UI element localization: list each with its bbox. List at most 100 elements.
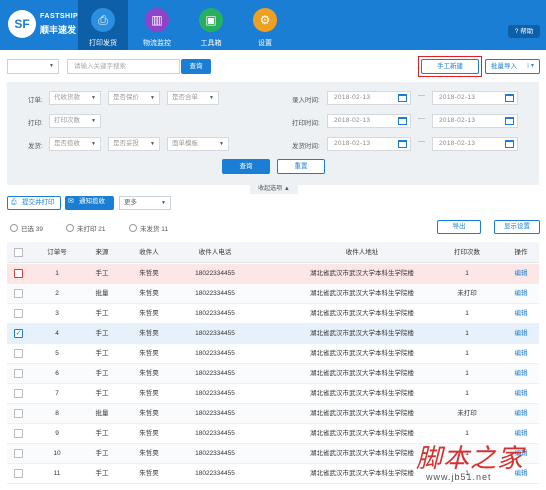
submit-print-button[interactable]: ⎙ 提交并打印 — [7, 196, 61, 210]
search-type-select[interactable]: ▼ — [7, 59, 59, 74]
query-button[interactable]: 查询 — [222, 159, 270, 174]
edit-link[interactable]: 编辑 — [507, 404, 535, 424]
ship-time-start[interactable]: 2018-02-13 — [327, 137, 411, 151]
table-row[interactable]: 5 手工 朱哲昊 18022334455 湖北省武汉市武汉大学本科生学院楼 1 编辑 — [7, 344, 539, 364]
col-address: 收件人地址 — [345, 249, 379, 256]
ship-time-end[interactable]: 2018-02-13 — [432, 137, 518, 151]
table-row[interactable]: 6 手工 朱哲昊 18022334455 湖北省武汉市武汉大学本科生学院楼 1 编辑 — [7, 364, 539, 384]
cell-addr: 湖北省武汉市武汉大学本科生学院楼 — [310, 370, 414, 377]
row-checkbox[interactable] — [14, 349, 23, 358]
row-checkbox[interactable] — [14, 369, 23, 378]
calendar-icon — [505, 140, 514, 148]
row-checkbox[interactable] — [14, 429, 23, 438]
cell-id: 7 — [55, 390, 59, 397]
more-select[interactable]: 更多 ▼ — [119, 196, 171, 210]
nav-logistics-monitor[interactable]: ▥ 物流监控 — [132, 0, 182, 50]
cell-name: 朱哲昊 — [139, 290, 159, 297]
cell-addr: 湖北省武汉市武汉大学本科生学院楼 — [310, 410, 414, 417]
nav-print-ship[interactable]: ⎙ 打印发货 — [78, 0, 128, 50]
table-row[interactable]: 8 批量 朱哲昊 18022334455 湖北省武汉市武汉大学本科生学院楼 未打印 编辑 — [7, 404, 539, 424]
cell-phone: 18022334455 — [195, 390, 235, 397]
nav-toolbox[interactable]: ▣ 工具箱 — [186, 0, 236, 50]
print-label: 打印: — [28, 120, 43, 127]
delivered-select[interactable]: 是否妥投 ▼ — [108, 137, 160, 151]
nav-settings[interactable]: ⚙ 设置 — [240, 0, 290, 50]
entry-time-start[interactable]: 2018-02-13 — [327, 91, 411, 105]
edit-link[interactable]: 编辑 — [507, 384, 535, 404]
cell-source: 手工 — [95, 430, 109, 437]
row-checkbox[interactable] — [14, 289, 23, 298]
chevron-down-icon: ▼ — [49, 63, 54, 69]
collapse-options-toggle[interactable]: 收起选项 ▲ — [250, 184, 298, 194]
edit-link[interactable]: 编辑 — [507, 304, 535, 324]
table-row[interactable]: ✓ 4 手工 朱哲昊 18022334455 湖北省武汉市武汉大学本科生学院楼 1 编辑 — [7, 324, 539, 344]
cod-select[interactable]: 代收货款 ▼ — [49, 91, 101, 105]
chevron-down-icon: ▼ — [91, 118, 96, 124]
edit-link[interactable]: 编辑 — [507, 364, 535, 384]
bulk-import-button[interactable]: 批量导入 | ▼ — [485, 59, 540, 74]
selected-count[interactable]: 已选 39 — [10, 223, 43, 233]
cell-addr: 湖北省武汉市武汉大学本科生学院楼 — [310, 330, 414, 337]
cell-phone: 18022334455 — [195, 370, 235, 377]
calendar-icon — [505, 117, 514, 125]
edit-link[interactable]: 编辑 — [507, 264, 535, 284]
unshipped-count[interactable]: 未发货 11 — [129, 223, 168, 233]
search-input[interactable]: 请输入关键字搜索 — [67, 59, 180, 74]
edit-link[interactable]: 编辑 — [507, 344, 535, 364]
check-circle-icon — [10, 224, 18, 232]
sf-logo: SF — [8, 10, 36, 38]
col-print-count: 打印次数 — [454, 249, 480, 256]
cell-prints: 1 — [465, 310, 469, 317]
table-row[interactable]: 7 手工 朱哲昊 18022334455 湖北省武汉市武汉大学本科生学院楼 1 编辑 — [7, 384, 539, 404]
edit-link[interactable]: 编辑 — [507, 324, 535, 344]
display-settings-button[interactable]: 显示设置 — [494, 220, 540, 234]
help-button[interactable]: ? 帮助 — [508, 25, 540, 38]
cell-source: 手工 — [95, 310, 109, 317]
cell-source: 手工 — [95, 470, 109, 477]
cell-phone: 18022334455 — [195, 410, 235, 417]
range-dash: — — [418, 138, 425, 145]
monitor-icon: ▥ — [145, 8, 169, 32]
toolbox-icon: ▣ — [199, 8, 223, 32]
search-button[interactable]: 查询 — [181, 59, 211, 74]
merged-select[interactable]: 是否合单 ▼ — [167, 91, 219, 105]
print-count-select[interactable]: 打印次数 ▼ — [49, 114, 101, 128]
entry-time-label: 录入时间: — [292, 97, 320, 104]
export-button[interactable]: 导出 — [437, 220, 481, 234]
row-checkbox[interactable] — [14, 309, 23, 318]
cell-id: 10 — [53, 450, 61, 457]
cell-id: 5 — [55, 350, 59, 357]
row-checkbox[interactable] — [14, 409, 23, 418]
watermark: 脚本之家 www.jb51.net — [416, 444, 525, 482]
cell-source: 批量 — [95, 290, 109, 297]
cell-addr: 湖北省武汉市武汉大学本科生学院楼 — [310, 390, 414, 397]
row-checkbox[interactable] — [14, 389, 23, 398]
table-row[interactable]: 2 批量 朱哲昊 18022334455 湖北省武汉市武汉大学本科生学院楼 未打印 编辑 — [7, 284, 539, 304]
print-time-end[interactable]: 2018-02-13 — [432, 114, 518, 128]
row-checkbox[interactable]: ✓ — [14, 329, 23, 338]
edit-link[interactable]: 编辑 — [507, 284, 535, 304]
reset-button[interactable]: 重置 — [277, 159, 325, 174]
unprinted-count[interactable]: 未打印 21 — [66, 223, 106, 233]
waybill-template-select[interactable]: 面单模板 ▼ — [167, 137, 229, 151]
cell-id: 6 — [55, 370, 59, 377]
cell-id: 3 — [55, 310, 59, 317]
cell-id: 1 — [55, 270, 59, 277]
cell-name: 朱哲昊 — [139, 310, 159, 317]
truck-circle-icon — [129, 224, 137, 232]
manual-create-button[interactable]: 手工新建 — [421, 59, 479, 74]
entry-time-end[interactable]: 2018-02-13 — [432, 91, 518, 105]
table-header: 订单号 来源 收件人 收件人电话 收件人地址 打印次数 操作 — [7, 242, 539, 263]
row-checkbox[interactable] — [14, 449, 23, 458]
pickup-select[interactable]: 是否揽收 ▼ — [49, 137, 101, 151]
row-checkbox[interactable] — [14, 469, 23, 478]
insured-select[interactable]: 是否保价 ▼ — [108, 91, 160, 105]
row-checkbox[interactable] — [14, 269, 23, 278]
print-time-start[interactable]: 2018-02-13 — [327, 114, 411, 128]
printer-icon: ⎙ — [11, 199, 17, 206]
select-all-checkbox[interactable] — [14, 248, 23, 257]
notify-pickup-button[interactable]: ✉ 通知揽收 — [65, 196, 114, 210]
table-row[interactable]: 3 手工 朱哲昊 18022334455 湖北省武汉市武汉大学本科生学院楼 1 编辑 — [7, 304, 539, 324]
ship-time-label: 发货时间: — [292, 143, 320, 150]
table-row[interactable]: 1 手工 朱哲昊 18022334455 湖北省武汉市武汉大学本科生学院楼 1 编辑 — [7, 264, 539, 284]
